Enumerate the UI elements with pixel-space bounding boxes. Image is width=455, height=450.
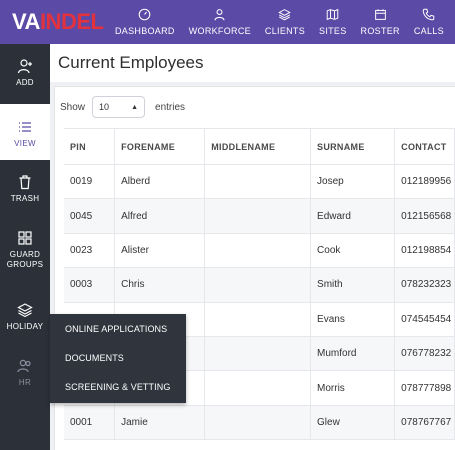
layers-icon <box>17 303 33 318</box>
phone-icon <box>423 8 435 21</box>
main-nav: DASHBOARD WORKFORCE CLIENTS SITES ROSTER… <box>108 0 451 44</box>
menu-item-screening-vetting[interactable]: SCREENING & VETTING <box>65 382 170 392</box>
cell-contact: 078767767 <box>394 405 455 441</box>
entries-label: entries <box>155 101 186 113</box>
table-row[interactable]: 0001 Jamie Glew 078767767 <box>64 405 455 441</box>
menu-item-online-applications[interactable]: ONLINE APPLICATIONS <box>65 324 167 334</box>
sidebar-item-add[interactable]: ADD <box>0 58 50 92</box>
cell-middlename <box>204 302 312 337</box>
sidebar-item-label: TRASH <box>10 194 40 203</box>
cell-pin: 0019 <box>64 164 116 200</box>
nav-roster[interactable]: ROSTER <box>354 0 407 44</box>
list-icon <box>19 122 31 132</box>
cell-forename: Alfred <box>114 198 206 234</box>
calendar-icon <box>374 9 386 20</box>
nav-workforce[interactable]: WORKFORCE <box>182 0 258 44</box>
page-title: Current Employees <box>58 53 204 72</box>
add-user-icon <box>17 59 32 74</box>
entries-control: Show 10 ▲︎ entries <box>60 96 185 118</box>
cell-surname: Evans <box>310 302 396 337</box>
cell-surname: Josep <box>310 164 396 200</box>
cell-pin: 0023 <box>64 233 116 269</box>
cell-contact: 076778232 <box>394 336 455 372</box>
user-icon <box>214 9 225 21</box>
column-header-contact[interactable]: CONTACT <box>394 128 455 165</box>
nav-label: ROSTER <box>360 26 400 36</box>
nav-label: SITES <box>319 26 347 36</box>
users-icon <box>17 359 31 373</box>
cell-middlename <box>204 405 312 441</box>
sidebar-item-holiday[interactable]: HOLIDAY <box>0 302 50 336</box>
cell-contact: 012198854 <box>394 233 455 269</box>
cell-forename: Jamie <box>114 405 206 441</box>
sidebar-item-trash[interactable]: TRASH <box>0 174 50 208</box>
app-logo[interactable]: VAINDEL <box>12 9 104 35</box>
cell-surname: Cook <box>310 233 396 269</box>
sidebar-item-label: HR <box>18 378 32 387</box>
cell-pin: 0003 <box>64 267 116 303</box>
sidebar-item-label: GUARD GROUPS <box>6 250 44 269</box>
sidebar-item-label: VIEW <box>14 139 36 148</box>
cell-pin: 0001 <box>64 405 116 441</box>
cell-surname: Smith <box>310 267 396 303</box>
nav-sites[interactable]: SITES <box>312 0 354 44</box>
cell-forename: Alberd <box>114 164 206 200</box>
cell-surname: Morris <box>310 370 396 406</box>
logo-text-a: VA <box>12 9 40 34</box>
nav-dashboard[interactable]: DASHBOARD <box>108 0 182 44</box>
cell-contact: 012189956 <box>394 164 455 200</box>
cell-surname: Edward <box>310 198 396 234</box>
dashboard-gauge-icon <box>139 8 151 21</box>
chevron-updown-icon: ▲︎ <box>131 103 139 111</box>
nav-label: CALLS <box>413 26 444 36</box>
table-row[interactable]: 0045 Alfred Edward 012156568 <box>64 198 455 234</box>
column-header-middlename[interactable]: MIDDLENAME <box>204 128 312 165</box>
trash-icon <box>19 175 31 190</box>
logo-text-b: INDEL <box>39 9 104 34</box>
cell-contact: 078232323 <box>394 267 455 303</box>
nav-calls[interactable]: CALLS <box>407 0 451 44</box>
cell-contact: 078777898 <box>394 370 455 406</box>
cell-surname: Glew <box>310 405 396 441</box>
cell-surname: Mumford <box>310 336 396 372</box>
entries-value: 10 <box>99 102 110 112</box>
layers-icon <box>278 9 292 21</box>
nav-clients[interactable]: CLIENTS <box>258 0 312 44</box>
show-label: Show <box>60 101 86 113</box>
hr-submenu: ONLINE APPLICATIONS DOCUMENTS SCREENING … <box>50 314 186 403</box>
cell-forename: Alister <box>114 233 206 269</box>
table-row[interactable]: 0003 Chris Smith 078232323 <box>64 267 455 303</box>
nav-label: DASHBOARD <box>115 26 175 36</box>
cell-middlename <box>204 233 312 269</box>
cell-pin: 0045 <box>64 198 116 234</box>
entries-select[interactable]: 10 ▲︎ <box>92 96 146 118</box>
cell-contact: 074545454 <box>394 302 455 337</box>
sidebar-item-label: ADD <box>16 78 34 87</box>
top-navigation-bar: VAINDEL DASHBOARD WORKFORCE CLIENTS SITE… <box>0 0 455 44</box>
nav-label: WORKFORCE <box>188 26 251 36</box>
cell-middlename <box>204 370 312 406</box>
map-icon <box>327 8 339 21</box>
column-header-surname[interactable]: SURNAME <box>310 128 396 165</box>
table-row[interactable]: 0019 Alberd Josep 012189956 <box>64 164 455 200</box>
grid-icon <box>18 231 32 245</box>
cell-middlename <box>204 164 312 200</box>
sidebar-item-hr[interactable]: HR <box>0 358 50 392</box>
menu-item-documents[interactable]: DOCUMENTS <box>65 353 124 363</box>
table-row[interactable]: 0023 Alister Cook 012198854 <box>64 233 455 269</box>
column-header-pin[interactable]: PIN <box>64 128 116 165</box>
column-header-forename[interactable]: FORENAME <box>114 128 206 165</box>
cell-forename: Chris <box>114 267 206 303</box>
sidebar-item-view[interactable]: VIEW <box>0 104 50 160</box>
sidebar-item-label: HOLIDAY <box>6 322 44 331</box>
table-header-row: PIN FORENAME MIDDLENAME SURNAME CONTACT <box>64 128 455 165</box>
cell-middlename <box>204 336 312 372</box>
sidebar-item-guard-groups[interactable]: GUARD GROUPS <box>0 230 50 276</box>
cell-contact: 012156568 <box>394 198 455 234</box>
nav-label: CLIENTS <box>264 26 306 36</box>
sidebar: ADD VIEW TRASH GUARD GROUPS HOLIDAY HR <box>0 44 50 450</box>
cell-middlename <box>204 198 312 234</box>
cell-middlename <box>204 267 312 303</box>
